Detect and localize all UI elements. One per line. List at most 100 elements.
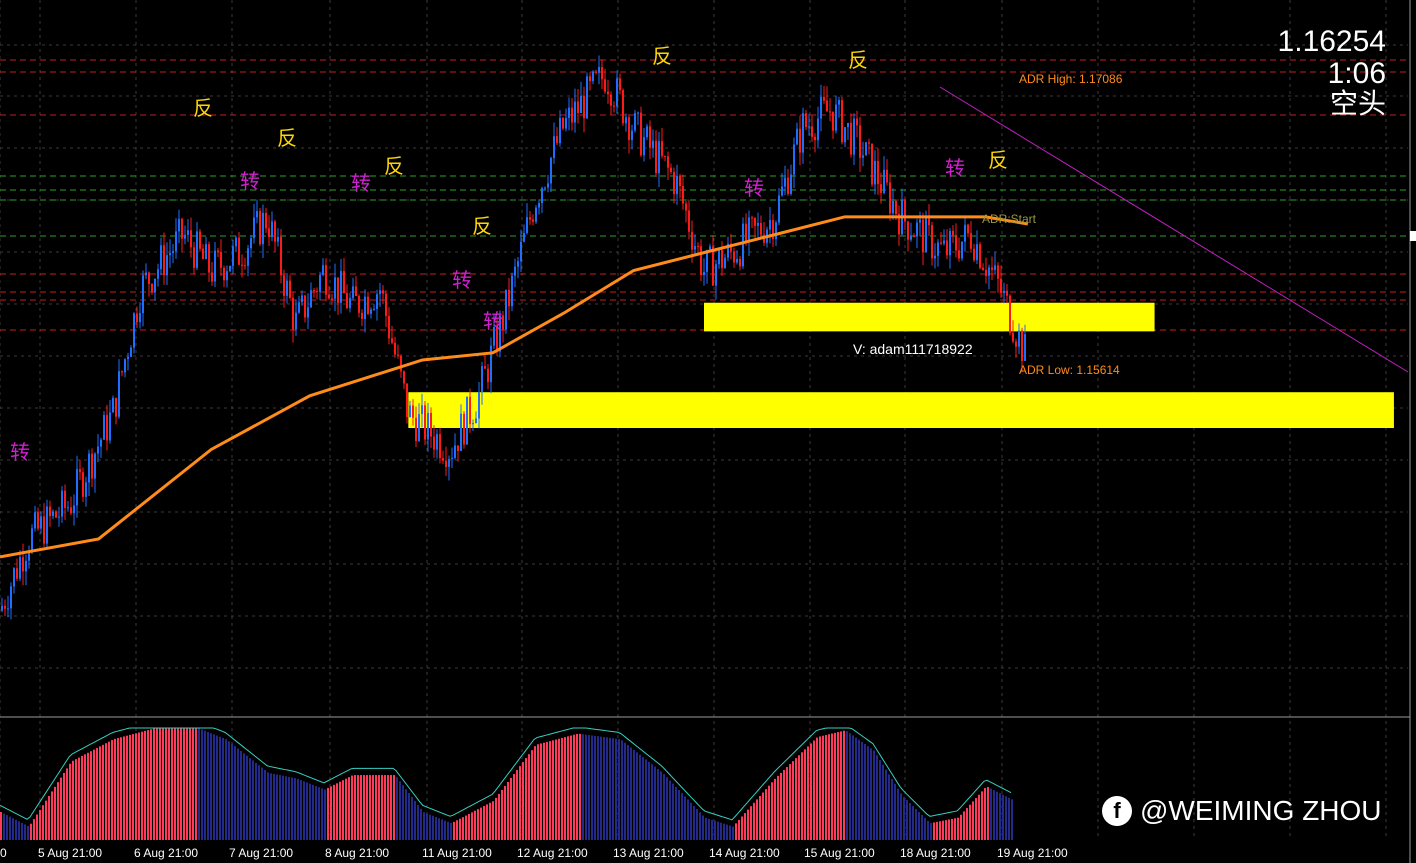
oscillator-bar [933,822,935,840]
candle-body [127,356,129,360]
oscillator-bar [84,754,86,840]
candle-body [520,241,522,262]
candle-body [169,253,171,256]
chart-canvas [0,0,1416,863]
oscillator-bar [717,821,719,840]
candle-body [19,557,21,579]
candle-body [562,117,564,129]
candle-body [688,210,690,232]
oscillator-bar [780,772,782,840]
candle-body [208,244,210,273]
oscillator-bar [87,752,89,840]
candle-body [805,113,807,127]
oscillator-bar [885,769,887,840]
oscillator-bar [27,825,29,840]
candle-body [1012,332,1014,342]
oscillator-bar [666,777,668,840]
candle-body [265,212,267,229]
oscillator-bar [834,732,836,840]
oscillator-bar [423,812,425,840]
oscillator-bar [447,821,449,840]
oscillator-bar [966,808,968,840]
candle-body [925,217,927,253]
oscillator-bar [444,820,446,840]
oscillator-bar [648,761,650,840]
candle-body [580,95,582,113]
oscillator-bar [786,767,788,840]
oscillator-bar [888,774,890,840]
oscillator-bar [807,746,809,840]
oscillator-bar [549,741,551,840]
candle-body [322,265,324,275]
candle-body [1003,290,1005,294]
oscillator-bar [333,784,335,840]
oscillator-bar [174,728,176,840]
oscillator-bar [537,744,539,840]
oscillator-bar [738,819,740,840]
candle-body [25,560,27,572]
signal-marker: 反 [193,96,213,120]
candle-body [340,271,342,303]
candle-body [865,142,867,156]
candle-body [793,144,795,175]
signal-marker: 转 [744,176,764,200]
candle-body [736,258,738,263]
oscillator-bar [534,746,536,840]
candle-body [826,100,828,112]
oscillator-bar [336,783,338,840]
candle-body [574,101,576,123]
candle-body [565,117,567,129]
candle-body [13,568,15,587]
candle-body [286,280,288,296]
oscillator-bar [816,737,818,840]
oscillator-bar [819,736,821,840]
oscillator-bar [24,824,26,840]
oscillator-bar [264,770,266,840]
oscillator-bar [606,737,608,840]
candle-body [271,221,273,238]
candle-body [334,277,336,299]
candle-body [1018,330,1020,347]
oscillator-bar [735,823,737,840]
oscillator-bar [642,757,644,840]
oscillator-bar [696,809,698,840]
candle-body [973,248,975,261]
candle-body [871,143,873,185]
oscillator-bar [846,731,848,840]
x-tick-label: 6 Aug 21:00 [134,846,199,860]
candle-body [439,434,441,459]
candle-body [616,78,618,107]
oscillator-bar [951,818,953,840]
oscillator-bar [930,823,932,840]
oscillator-bar [621,740,623,840]
oscillator-bar [963,811,965,840]
signal-marker: 反 [384,154,404,178]
candle-body [22,557,24,572]
oscillator-bar [201,729,203,840]
oscillator-bar [513,774,515,840]
x-tick-label: 12 Aug 21:00 [517,846,588,860]
candle-body [979,244,981,268]
candle-body [241,264,243,266]
oscillator-bar [411,797,413,840]
oscillator-bar [312,784,314,840]
candle-body [202,248,204,259]
oscillator-bar [150,729,152,840]
oscillator-bar [393,775,395,840]
candle-body [436,434,438,450]
oscillator-bar [144,730,146,840]
candle-body [247,248,249,266]
oscillator-bar [765,789,767,840]
candle-body [16,568,18,579]
oscillator-bar [6,815,8,840]
oscillator-bar [303,781,305,840]
candle-body [682,186,684,204]
oscillator-bar [117,738,119,840]
watermark: f @WEIMING ZHOU [1102,795,1382,827]
candle-body [517,261,519,267]
candle-body [469,396,471,425]
candle-body [694,246,696,250]
oscillator-bar [348,777,350,840]
trend-direction: 空头 [1329,87,1386,120]
oscillator-bar [1005,796,1007,840]
